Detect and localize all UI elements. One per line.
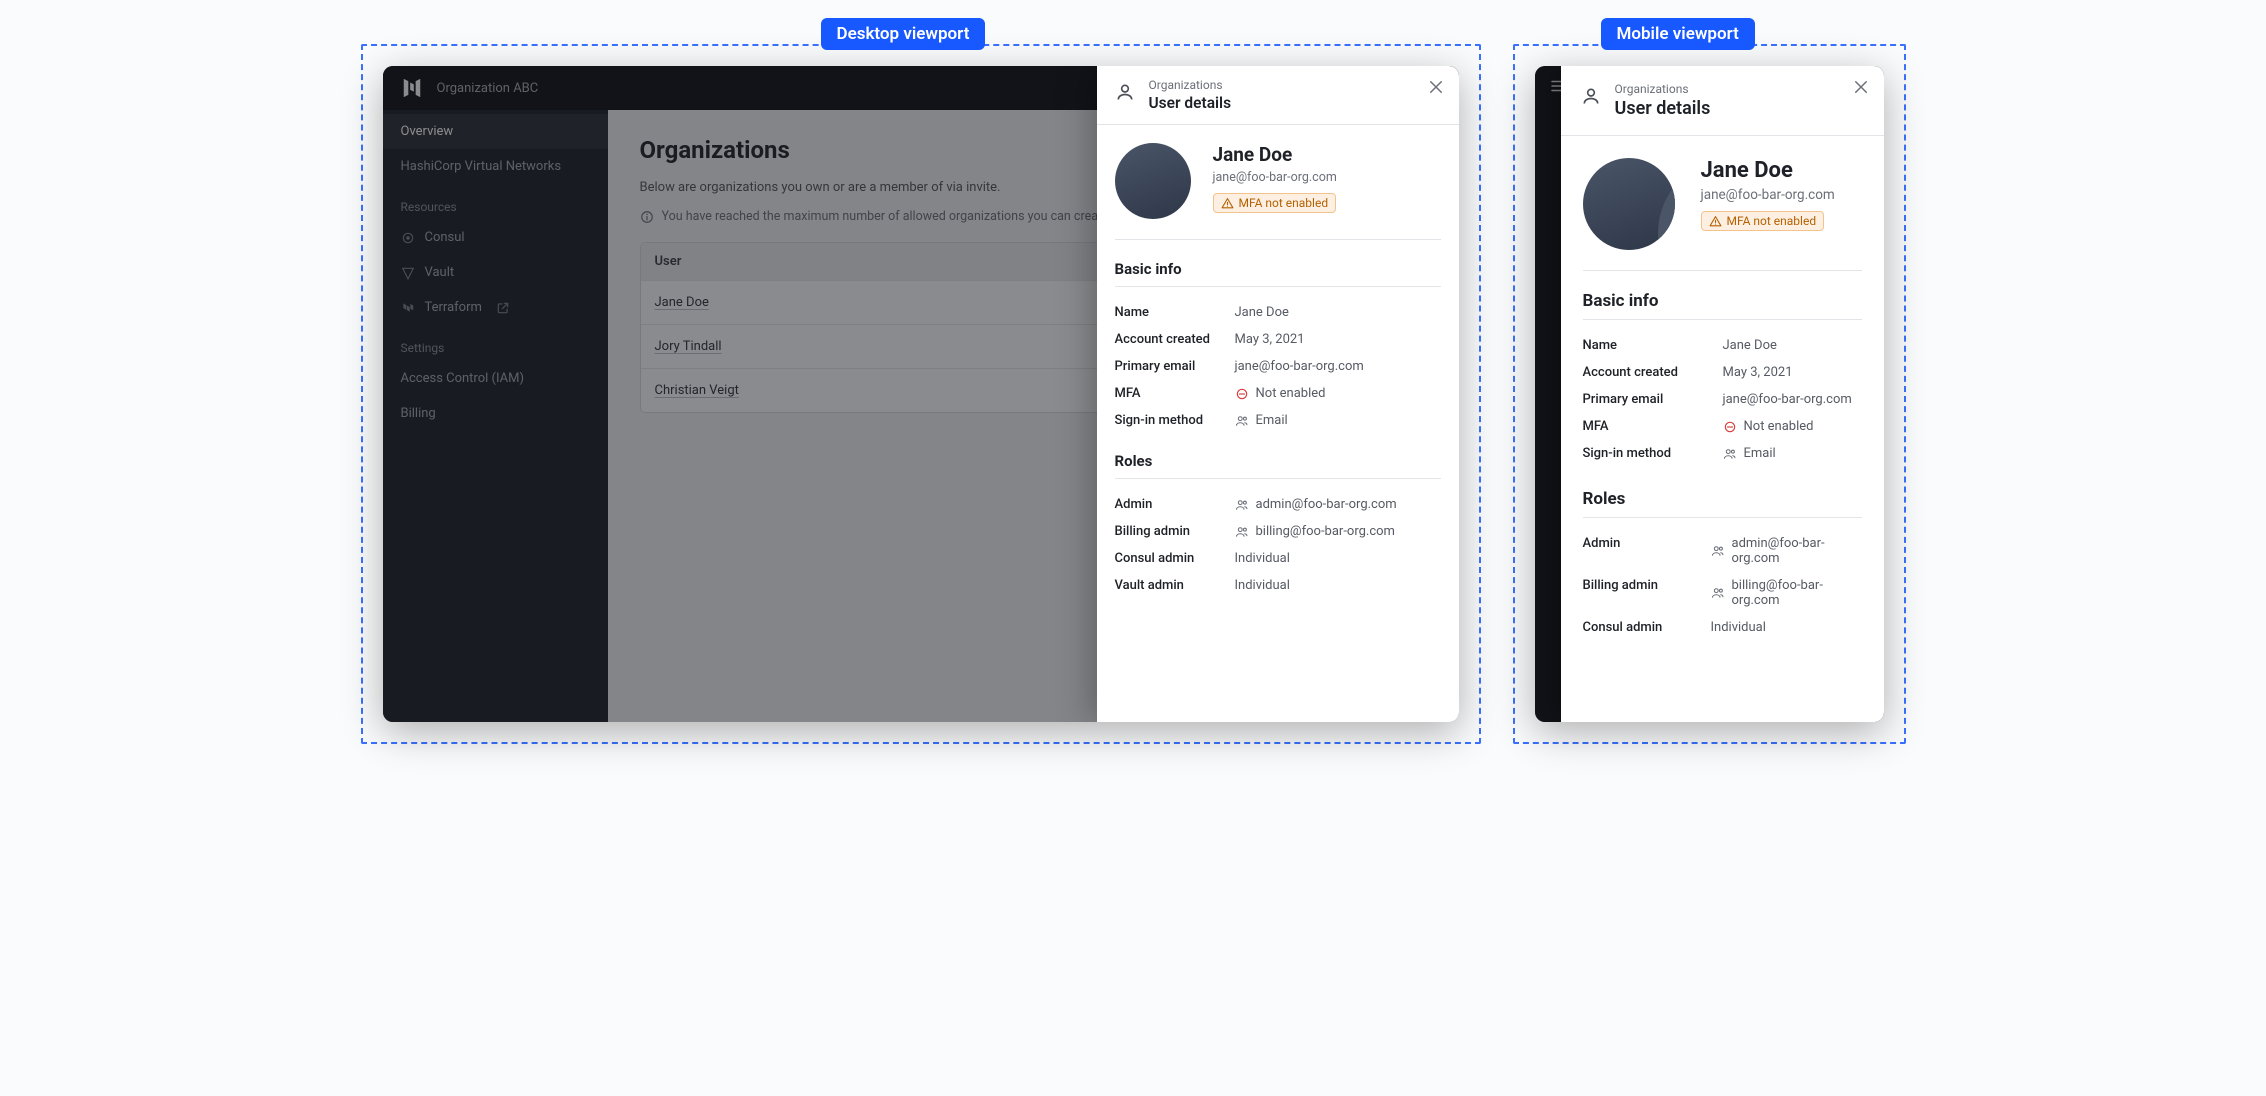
info-key: Billing admin [1583,578,1711,608]
info-key: Name [1583,338,1723,353]
basic-info-header: Basic info [1115,260,1441,278]
info-row: NameJane Doe [1115,299,1441,326]
info-value: Not enabled [1723,419,1862,434]
user-icon [1581,86,1601,106]
info-value: billing@foo-bar-org.com [1235,524,1441,539]
info-row: Account createdMay 3, 2021 [1115,326,1441,353]
info-row: Sign-in methodEmail [1115,407,1441,434]
users-icon [1235,414,1249,428]
mfa-warning-badge: MFA not enabled [1701,211,1825,231]
info-value: jane@foo-bar-org.com [1723,392,1862,407]
divider [1583,517,1862,518]
info-key: Vault admin [1115,578,1235,593]
divider [1583,319,1862,320]
info-row: Primary emailjane@foo-bar-org.com [1115,353,1441,380]
user-email: jane@foo-bar-org.com [1213,170,1337,185]
info-row: Adminadmin@foo-bar-org.com [1583,530,1862,572]
mobile-viewport-frame: Organizations User details Jane Doe jane… [1513,44,1906,744]
info-row: MFANot enabled [1115,380,1441,407]
info-row: Account createdMay 3, 2021 [1583,359,1862,386]
info-key: Account created [1583,365,1723,380]
info-row: Adminadmin@foo-bar-org.com [1115,491,1441,518]
info-value: May 3, 2021 [1723,365,1862,380]
info-row: Consul adminIndividual [1583,614,1862,641]
info-row: Primary emailjane@foo-bar-org.com [1583,386,1862,413]
users-icon [1235,498,1249,512]
info-value: jane@foo-bar-org.com [1235,359,1441,374]
info-key: MFA [1583,419,1723,434]
user-details-flyout: Organizations User details Jane Doe jane… [1097,66,1459,722]
flyout-header: Organizations User details [1561,66,1884,136]
flyout-header: Organizations User details [1097,66,1459,125]
info-row: Consul adminIndividual [1115,545,1441,572]
mfa-warning-badge: MFA not enabled [1213,193,1337,213]
mfa-badge-text: MFA not enabled [1727,214,1817,228]
mobile-app-window: Organizations User details Jane Doe jane… [1535,66,1884,722]
info-value: Jane Doe [1235,305,1441,320]
info-value: May 3, 2021 [1235,332,1441,347]
viewport-tag-mobile: Mobile viewport [1601,18,1755,50]
info-key: Name [1115,305,1235,320]
avatar [1583,158,1675,250]
info-row: Sign-in methodEmail [1583,440,1862,467]
info-value: Not enabled [1235,386,1441,401]
close-icon[interactable] [1852,78,1870,96]
user-profile-block: Jane Doe jane@foo-bar-org.com MFA not en… [1115,143,1441,240]
mfa-badge-text: MFA not enabled [1239,196,1329,210]
info-key: Account created [1115,332,1235,347]
info-value: Email [1723,446,1862,461]
close-icon[interactable] [1427,78,1445,96]
user-icon [1115,82,1135,102]
info-key: Sign-in method [1115,413,1235,428]
info-key: Billing admin [1115,524,1235,539]
warning-icon [1709,215,1722,228]
info-row: MFANot enabled [1583,413,1862,440]
info-key: Primary email [1115,359,1235,374]
user-details-flyout: Organizations User details Jane Doe jane… [1561,66,1884,722]
info-row: NameJane Doe [1583,332,1862,359]
info-key: Primary email [1583,392,1723,407]
avatar [1115,143,1191,219]
info-value: Individual [1235,578,1441,593]
users-icon [1711,544,1725,558]
flyout-breadcrumb: Organizations [1149,78,1232,92]
users-icon [1711,586,1725,600]
info-value: Individual [1235,551,1441,566]
info-key: Sign-in method [1583,446,1723,461]
info-key: Consul admin [1115,551,1235,566]
users-icon [1723,447,1737,461]
info-value: Jane Doe [1723,338,1862,353]
basic-info-header: Basic info [1583,291,1862,311]
user-name: Jane Doe [1213,143,1337,166]
info-row: Billing adminbilling@foo-bar-org.com [1583,572,1862,614]
divider [1115,286,1441,287]
info-value: billing@foo-bar-org.com [1711,578,1862,608]
roles-header: Roles [1115,452,1441,470]
info-value: admin@foo-bar-org.com [1235,497,1441,512]
info-row: Billing adminbilling@foo-bar-org.com [1115,518,1441,545]
info-value: Email [1235,413,1441,428]
flyout-breadcrumb: Organizations [1615,82,1711,96]
info-key: Consul admin [1583,620,1711,635]
info-key: Admin [1583,536,1711,566]
user-name: Jane Doe [1701,158,1835,183]
flyout-title: User details [1149,94,1232,112]
info-key: MFA [1115,386,1235,401]
user-email: jane@foo-bar-org.com [1701,187,1835,203]
info-value: Individual [1711,620,1862,635]
roles-header: Roles [1583,489,1862,509]
users-icon [1235,525,1249,539]
divider [1115,478,1441,479]
viewport-tag-desktop: Desktop viewport [821,18,986,50]
flyout-title: User details [1615,98,1711,119]
info-value: admin@foo-bar-org.com [1711,536,1862,566]
info-row: Vault adminIndividual [1115,572,1441,599]
app-window: Organization ABC Overview HashiCorp Virt… [383,66,1459,722]
not-enabled-icon [1235,387,1249,401]
desktop-viewport-frame: Organization ABC Overview HashiCorp Virt… [361,44,1481,744]
not-enabled-icon [1723,420,1737,434]
info-key: Admin [1115,497,1235,512]
user-profile-block: Jane Doe jane@foo-bar-org.com MFA not en… [1583,158,1862,271]
warning-icon [1221,197,1234,210]
